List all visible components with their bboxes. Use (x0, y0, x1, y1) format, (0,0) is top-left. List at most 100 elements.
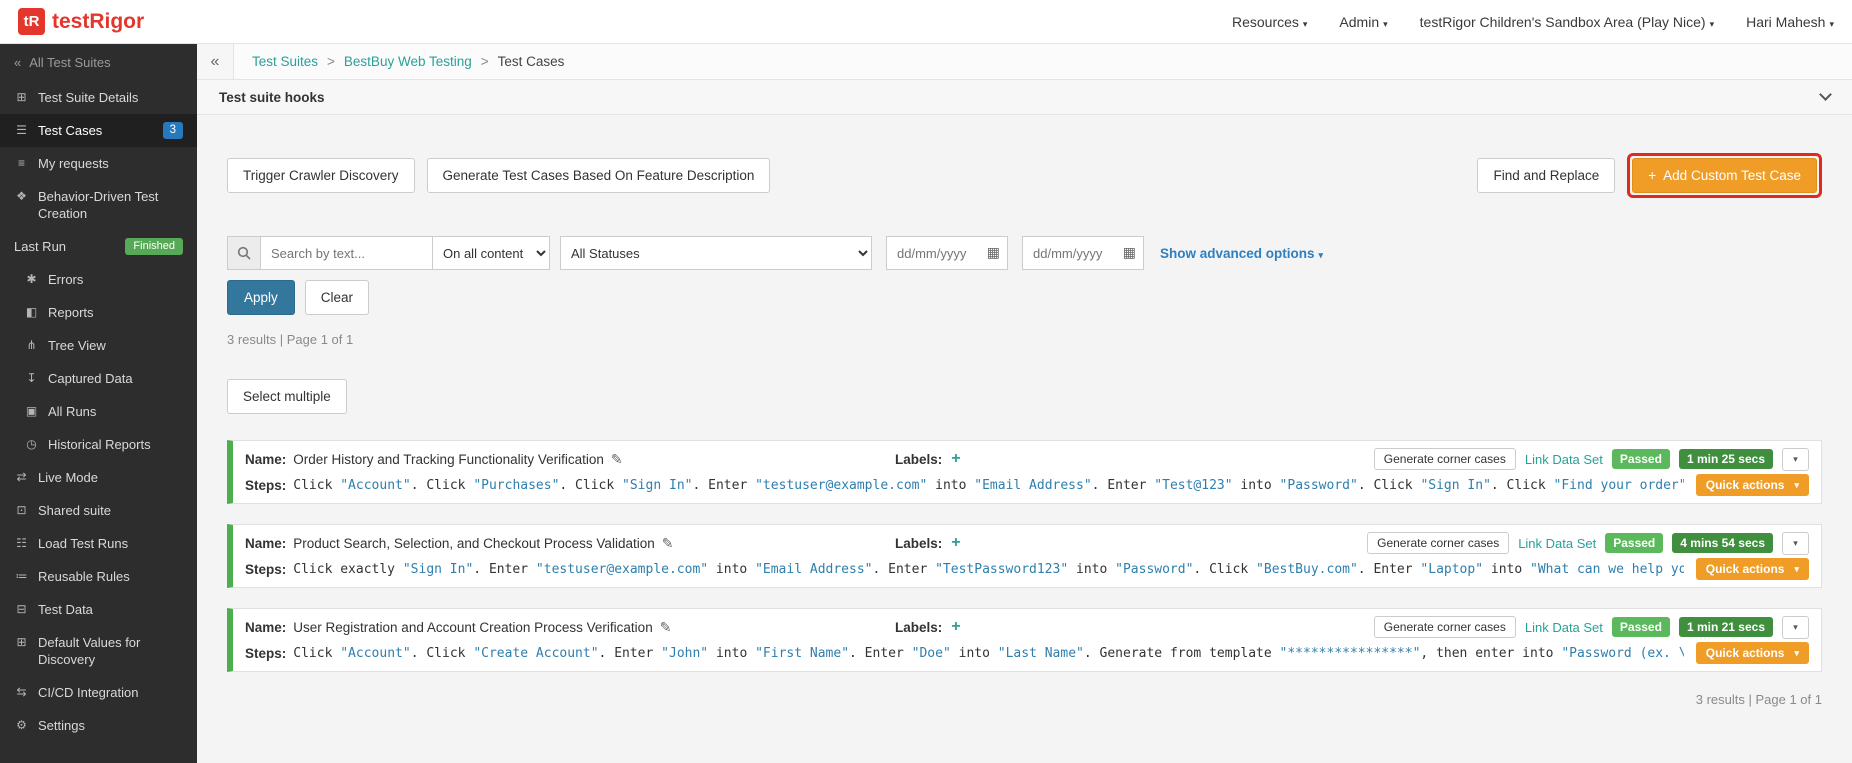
status-filter-select[interactable]: All Statuses (560, 236, 872, 270)
grid-icon: ⊞ (14, 89, 29, 106)
sidebar-item-all-runs[interactable]: ▣ All Runs (0, 395, 197, 428)
edit-icon[interactable]: ✎ (611, 451, 623, 468)
link-data-set-link[interactable]: Link Data Set (1518, 536, 1596, 551)
test-suite-hooks-bar[interactable]: Test suite hooks (197, 80, 1852, 115)
sidebar-item-errors[interactable]: ✱Errors (0, 263, 197, 296)
sidebar-item-default-values-for-discovery[interactable]: ⊞Default Values for Discovery (0, 626, 197, 676)
apply-button[interactable]: Apply (227, 280, 295, 315)
search-icon[interactable] (227, 236, 261, 270)
add-label-icon[interactable]: + (951, 534, 960, 552)
row-dropdown-button[interactable]: ▾ (1782, 616, 1809, 639)
chevrons-left-icon: « (14, 55, 21, 70)
download-icon: ↧ (24, 370, 39, 387)
row-dropdown-button[interactable]: ▾ (1782, 448, 1809, 471)
chevron-down-icon[interactable] (1819, 88, 1832, 101)
nav-sandbox-area[interactable]: testRigor Children's Sandbox Area (Play … (1420, 14, 1714, 30)
sidebar-item-load-test-runs[interactable]: ☷Load Test Runs (0, 527, 197, 560)
select-multiple-button[interactable]: Select multiple (227, 379, 347, 414)
link-data-set-link[interactable]: Link Data Set (1525, 452, 1603, 467)
quick-actions-button[interactable]: Quick actions▾ (1696, 642, 1809, 664)
sidebar-item-shared-suite[interactable]: ⊡Shared suite (0, 494, 197, 527)
test-case-steps: Click "Account". Click "Purchases". Clic… (293, 478, 1684, 493)
share-icon: ⊡ (14, 502, 29, 519)
nav-user-menu[interactable]: Hari Mahesh▾ (1746, 14, 1834, 30)
test-case-row: Name: User Registration and Account Crea… (227, 608, 1822, 672)
trigger-crawler-discovery-button[interactable]: Trigger Crawler Discovery (227, 158, 415, 193)
status-badge: Passed (1612, 617, 1670, 637)
add-label-icon[interactable]: + (951, 450, 960, 468)
breadcrumb-bar: « Test Suites > BestBuy Web Testing > Te… (197, 44, 1852, 80)
row-dropdown-button[interactable]: ▾ (1782, 532, 1809, 555)
breadcrumb-test-suites[interactable]: Test Suites (252, 54, 318, 69)
sidebar-item-live-mode[interactable]: ⇄Live Mode (0, 461, 197, 494)
generate-corner-cases-button[interactable]: Generate corner cases (1367, 532, 1509, 554)
sidebar-item-label: Settings (38, 717, 85, 734)
edit-icon[interactable]: ✎ (662, 535, 674, 552)
edit-icon[interactable]: ✎ (660, 619, 672, 636)
nav-resources[interactable]: Resources▾ (1232, 14, 1307, 30)
runs-icon: ▣ (24, 403, 39, 420)
labels-label: Labels: (895, 452, 942, 467)
breadcrumb-suite-name[interactable]: BestBuy Web Testing (344, 54, 472, 69)
sidebar-item-reusable-rules[interactable]: ≔Reusable Rules (0, 560, 197, 593)
sidebar-item-reports[interactable]: ◧Reports (0, 296, 197, 329)
show-advanced-options-link[interactable]: Show advanced options ▾ (1160, 246, 1323, 261)
list-icon: ☰ (14, 122, 29, 139)
sidebar-item-settings[interactable]: ⚙Settings (0, 709, 197, 742)
sidebar-item-historical-reports[interactable]: ◷Historical Reports (0, 428, 197, 461)
apply-row: Apply Clear (227, 280, 1822, 315)
test-case-row: Name: Product Search, Selection, and Che… (227, 524, 1822, 588)
testrigor-logo[interactable]: tR testRigor (18, 8, 144, 35)
caret-down-icon: ▾ (1383, 19, 1388, 29)
tree-icon: ⋔ (24, 337, 39, 354)
steps-label: Steps: (245, 646, 286, 661)
sidebar-item-cicd-integration[interactable]: ⇆CI/CD Integration (0, 676, 197, 709)
breadcrumb-separator: > (327, 54, 335, 69)
add-label-icon[interactable]: + (951, 618, 960, 636)
quick-actions-button[interactable]: Quick actions▾ (1696, 474, 1809, 496)
clear-button[interactable]: Clear (305, 280, 369, 315)
sidebar-item-label: Test Data (38, 601, 93, 618)
generate-corner-cases-button[interactable]: Generate corner cases (1374, 616, 1516, 638)
add-custom-test-case-button[interactable]: + Add Custom Test Case (1632, 158, 1817, 193)
sidebar: « All Test Suites ⊞Test Suite Details ☰T… (0, 44, 197, 763)
steps-label: Steps: (245, 478, 286, 493)
caret-down-icon: ▾ (1319, 250, 1324, 260)
search-input[interactable] (261, 236, 433, 270)
caret-down-icon: ▾ (1794, 648, 1799, 659)
sidebar-item-label: Tree View (48, 337, 106, 354)
blocks-icon: ❖ (14, 188, 29, 205)
advanced-options-label: Show advanced options (1160, 246, 1315, 261)
sidebar-item-captured-data[interactable]: ↧ Captured Data (0, 362, 197, 395)
sidebar-collapse-button[interactable]: « (197, 44, 234, 79)
sidebar-item-label: Captured Data (48, 370, 133, 387)
sidebar-item-label: All Runs (48, 403, 96, 420)
nav-admin[interactable]: Admin ▾ (1339, 14, 1387, 30)
main-content: « Test Suites > BestBuy Web Testing > Te… (197, 44, 1852, 763)
sidebar-item-behavior-driven-test-creation[interactable]: ❖Behavior-Driven Test Creation (0, 180, 197, 230)
calendar-icon[interactable]: ▦ (987, 244, 1000, 261)
sidebar-back-all-test-suites[interactable]: « All Test Suites (0, 44, 197, 81)
link-data-set-link[interactable]: Link Data Set (1525, 620, 1603, 635)
sidebar-item-test-cases[interactable]: ☰Test Cases3 (0, 114, 197, 147)
test-case-steps: Click exactly "Sign In". Enter "testuser… (293, 562, 1684, 577)
test-case-steps: Click "Account". Click "Create Account".… (293, 646, 1684, 661)
breadcrumb-current-page: Test Cases (498, 54, 565, 69)
quick-actions-button[interactable]: Quick actions▾ (1696, 558, 1809, 580)
generate-test-cases-button[interactable]: Generate Test Cases Based On Feature Des… (427, 158, 771, 193)
nav-admin-label: Admin (1339, 14, 1379, 30)
search-scope-select[interactable]: On all content (432, 236, 550, 270)
sidebar-item-test-suite-details[interactable]: ⊞Test Suite Details (0, 81, 197, 114)
test-case-row: Name: Order History and Tracking Functio… (227, 440, 1822, 504)
generate-corner-cases-button[interactable]: Generate corner cases (1374, 448, 1516, 470)
sidebar-item-my-requests[interactable]: ≡My requests (0, 147, 197, 180)
sidebar-item-test-data[interactable]: ⊟Test Data (0, 593, 197, 626)
sidebar-item-last-run[interactable]: Last RunFinished (0, 230, 197, 263)
find-and-replace-button[interactable]: Find and Replace (1477, 158, 1615, 193)
calendar-icon[interactable]: ▦ (1123, 244, 1136, 261)
steps-label: Steps: (245, 562, 286, 577)
quick-actions-label: Quick actions (1706, 478, 1785, 492)
sidebar-item-label: CI/CD Integration (38, 684, 138, 701)
labels-label: Labels: (895, 620, 942, 635)
sidebar-item-tree-view[interactable]: ⋔ Tree View (0, 329, 197, 362)
